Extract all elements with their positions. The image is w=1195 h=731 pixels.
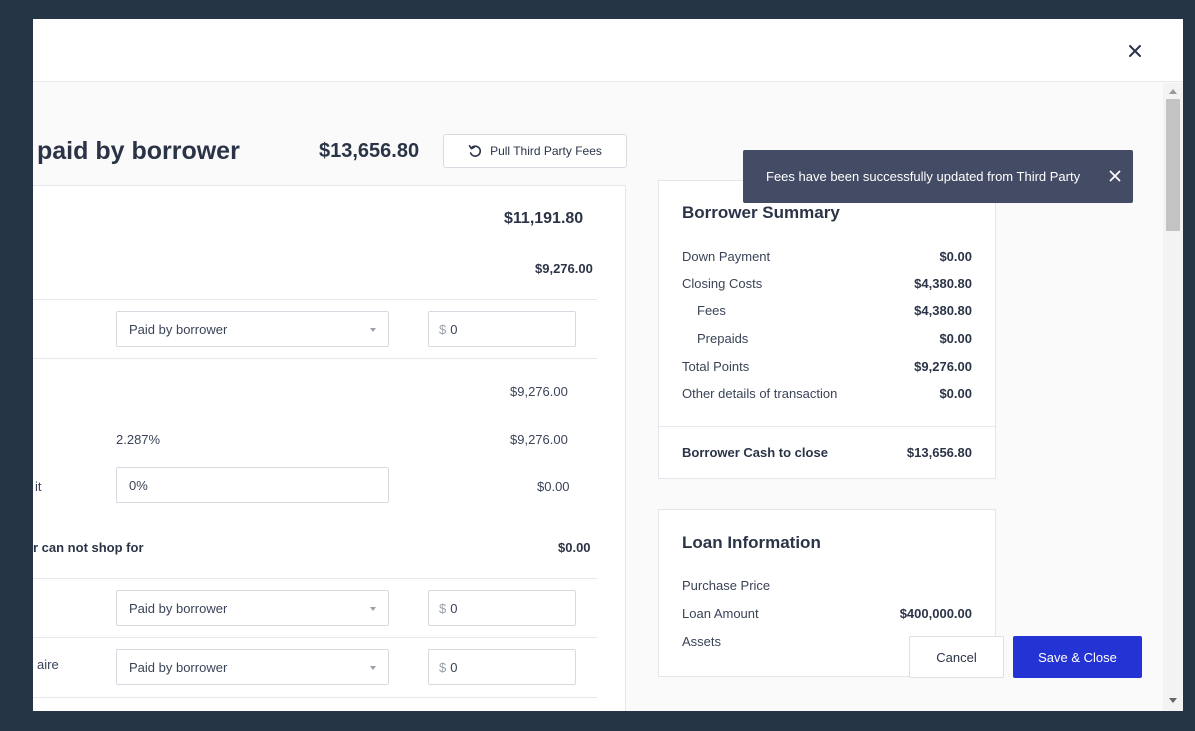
chevron-down-icon [370, 607, 376, 611]
loan-label: Assets [682, 634, 722, 649]
points-total: $9,276.00 [510, 384, 568, 399]
summary-value: $9,276.00 [914, 359, 972, 374]
summary-value: $4,380.80 [914, 276, 972, 291]
scroll-down-arrow-icon[interactable] [1169, 698, 1177, 703]
summary-label: Other details of transaction [682, 386, 838, 401]
amount-input-value: 0 [450, 659, 458, 675]
paid-by-select[interactable]: Paid by borrower [116, 311, 389, 347]
save-and-close-button[interactable]: Save & Close [1013, 636, 1142, 678]
paid-by-select[interactable]: Paid by borrower [116, 649, 389, 685]
points-rate: 2.287% [116, 432, 161, 447]
divider [33, 358, 597, 359]
dollar-symbol: $ [439, 600, 447, 616]
amount-input-value: 0 [450, 600, 458, 616]
cancel-button[interactable]: Cancel [909, 636, 1004, 678]
summary-value: $0.00 [939, 331, 972, 346]
success-toast: Fees have been successfully updated from… [743, 150, 1133, 203]
modal-header [33, 19, 1183, 82]
credit-percent-value: 0% [129, 477, 148, 493]
paid-by-select[interactable]: Paid by borrower [116, 590, 389, 626]
cannot-shop-amount: $0.00 [558, 540, 591, 555]
summary-row-prepaids: Prepaids $0.00 [682, 331, 972, 346]
refresh-icon [468, 145, 482, 157]
divider [33, 578, 597, 579]
paid-by-select-value: Paid by borrower [129, 600, 228, 616]
credit-percent-input[interactable]: 0% [116, 467, 389, 503]
summary-value: $0.00 [939, 386, 972, 401]
borrower-summary-title: Borrower Summary [682, 203, 840, 222]
divider [33, 637, 597, 638]
section-total: $13,656.80 [319, 140, 420, 162]
scroll-thumb[interactable] [1166, 99, 1180, 231]
divider [33, 299, 597, 300]
summary-label: Down Payment [682, 249, 771, 264]
dollar-symbol: $ [439, 659, 447, 675]
loan-row-loan-amount: Loan Amount $400,000.00 [682, 606, 972, 621]
row-label: aire [37, 657, 59, 672]
summary-row-other-details: Other details of transaction $0.00 [682, 386, 972, 401]
vertical-scrollbar[interactable] [1163, 83, 1183, 711]
toast-close-icon[interactable] [1109, 170, 1121, 182]
chevron-down-icon [370, 328, 376, 332]
paid-by-select-value: Paid by borrower [129, 321, 228, 337]
loan-label: Purchase Price [682, 578, 771, 593]
summary-label: Prepaids [697, 331, 749, 346]
paid-by-select-value: Paid by borrower [129, 659, 228, 675]
cash-to-close-row: Borrower Cash to close $13,656.80 [682, 445, 972, 460]
cannot-shop-label: r can not shop for [33, 540, 144, 555]
loan-row-purchase-price: Purchase Price [682, 578, 972, 593]
card-header-total: $11,191.80 [504, 210, 584, 227]
close-icon[interactable] [1125, 41, 1145, 61]
scroll-up-arrow-icon[interactable] [1169, 89, 1177, 94]
summary-row-total-points: Total Points $9,276.00 [682, 359, 972, 374]
divider [33, 697, 597, 698]
loan-label: Loan Amount [682, 606, 759, 621]
cash-to-close-label: Borrower Cash to close [682, 445, 828, 460]
amount-input[interactable]: $ 0 [428, 311, 576, 347]
pull-third-party-fees-button[interactable]: Pull Third Party Fees [443, 134, 627, 168]
cash-to-close-value: $13,656.80 [906, 445, 972, 460]
summary-label: Closing Costs [682, 276, 763, 291]
loan-information-title: Loan Information [682, 533, 821, 552]
credit-label: it [35, 479, 42, 494]
divider [659, 426, 995, 427]
borrower-summary-card: Borrower Summary Down Payment $0.00 Clos… [658, 180, 996, 479]
credit-amount: $0.00 [537, 479, 570, 494]
summary-row-down-payment: Down Payment $0.00 [682, 249, 972, 264]
loan-value: $400,000.00 [899, 606, 972, 621]
summary-value: $4,380.80 [914, 303, 972, 318]
summary-value: $0.00 [939, 249, 972, 264]
amount-input[interactable]: $ 0 [428, 649, 576, 685]
fees-modal: paid by borrower $13,656.80 Pull Third P… [33, 19, 1183, 711]
summary-label: Fees [697, 303, 726, 318]
section-title: paid by borrower [37, 137, 240, 165]
chevron-down-icon [370, 666, 376, 670]
dollar-symbol: $ [439, 321, 447, 337]
amount-input-value: 0 [450, 321, 458, 337]
fees-detail-card: $11,191.80 $9,276.00 Paid by borrower $ … [33, 185, 626, 711]
summary-row-fees: Fees $4,380.80 [682, 303, 972, 318]
toast-message: Fees have been successfully updated from… [766, 169, 1081, 184]
pull-button-label: Pull Third Party Fees [490, 144, 602, 158]
amount-input[interactable]: $ 0 [428, 590, 576, 626]
summary-row-closing-costs: Closing Costs $4,380.80 [682, 276, 972, 291]
summary-label: Total Points [682, 359, 750, 374]
points-amount: $9,276.00 [510, 432, 568, 447]
sub-total: $9,276.00 [535, 261, 593, 276]
